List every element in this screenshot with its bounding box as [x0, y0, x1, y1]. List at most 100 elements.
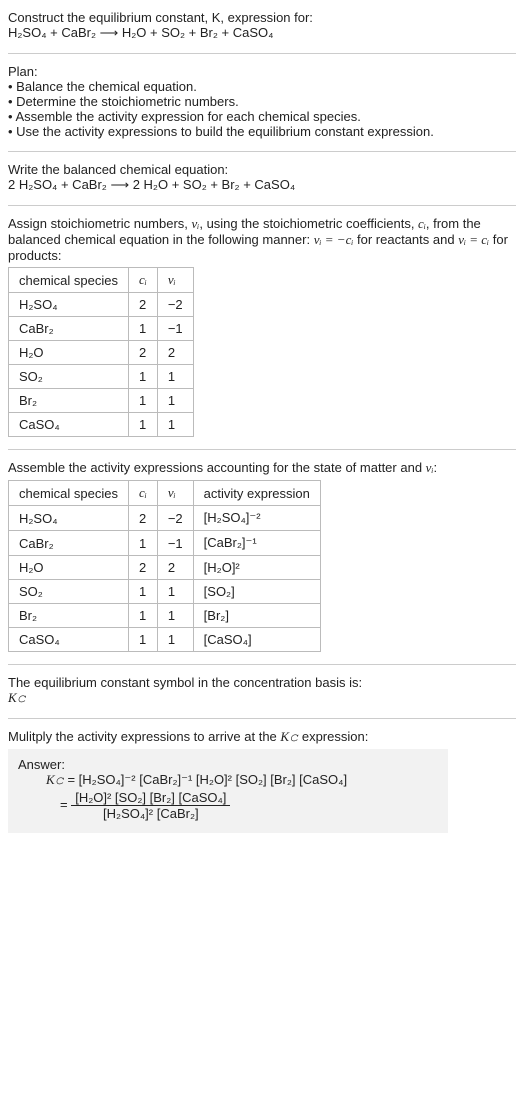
table-row: CaBr₂1−1: [9, 317, 194, 341]
assign-part: Assign stoichiometric numbers,: [8, 216, 192, 231]
table-row: H₂SO₄2−2: [9, 293, 194, 317]
intro-equation: H₂SO₄ + CaBr₂ ⟶ H₂O + SO₂ + Br₂ + CaSO₄: [8, 25, 516, 41]
nu-symbol: νᵢ: [426, 460, 434, 475]
multiply-text: Mulitply the activity expressions to arr…: [8, 729, 516, 745]
cell: 1: [129, 389, 158, 413]
cell: 1: [157, 389, 193, 413]
cell: 2: [129, 556, 158, 580]
cell: −2: [157, 506, 193, 531]
answer-box: Answer: K𝚌 = [H₂SO₄]⁻² [CaBr₂]⁻¹ [H₂O]² …: [8, 749, 448, 833]
balanced-title: Write the balanced chemical equation:: [8, 162, 516, 177]
cell: CaSO₄: [9, 628, 129, 652]
cell: −1: [157, 531, 193, 556]
rule-symbol: νᵢ = −cᵢ: [314, 232, 354, 247]
activity-table: chemical species cᵢ νᵢ activity expressi…: [8, 480, 321, 652]
balanced-block: Write the balanced chemical equation: 2 …: [8, 158, 516, 203]
table-header-row: chemical species cᵢ νᵢ activity expressi…: [9, 481, 321, 506]
table-row: CaSO₄11[CaSO₄]: [9, 628, 321, 652]
cell: 1: [129, 580, 158, 604]
cell: 2: [157, 556, 193, 580]
assemble-part: :: [434, 460, 438, 475]
divider: [8, 205, 516, 206]
cell: 1: [129, 317, 158, 341]
cell: 1: [157, 580, 193, 604]
cell: 1: [157, 604, 193, 628]
cell: [SO₂]: [193, 580, 320, 604]
divider: [8, 53, 516, 54]
cell: 1: [129, 365, 158, 389]
cell: 1: [157, 413, 193, 437]
table-row: H₂O22: [9, 341, 194, 365]
assign-part: for reactants and: [353, 232, 458, 247]
col-activity: activity expression: [193, 481, 320, 506]
plan-title: Plan:: [8, 64, 516, 79]
multiply-part: expression:: [298, 729, 368, 744]
table-row: CaBr₂1−1[CaBr₂]⁻¹: [9, 531, 321, 556]
cell: H₂O: [9, 341, 129, 365]
cell: −1: [157, 317, 193, 341]
plan-item: • Use the activity expressions to build …: [8, 124, 516, 139]
symbol-line: The equilibrium constant symbol in the c…: [8, 675, 516, 690]
cell: CaBr₂: [9, 317, 129, 341]
assemble-part: Assemble the activity expressions accoun…: [8, 460, 426, 475]
plan-block: Plan: • Balance the chemical equation. •…: [8, 60, 516, 149]
stoich-table: chemical species cᵢ νᵢ H₂SO₄2−2 CaBr₂1−1…: [8, 267, 194, 437]
multiply-block: Mulitply the activity expressions to arr…: [8, 725, 516, 843]
fraction-denominator: [H₂SO₄]² [CaBr₂]: [71, 806, 230, 821]
kc-symbol: K𝚌: [280, 729, 298, 744]
col-nu: νᵢ: [157, 268, 193, 293]
fraction-numerator: [H₂O]² [SO₂] [Br₂] [CaSO₄]: [71, 790, 230, 806]
answer-expression: = [H₂SO₄]⁻² [CaBr₂]⁻¹ [H₂O]² [SO₂] [Br₂]…: [64, 772, 347, 787]
col-species: chemical species: [9, 481, 129, 506]
cell: SO₂: [9, 580, 129, 604]
table-row: H₂O22[H₂O]²: [9, 556, 321, 580]
cell: 1: [129, 628, 158, 652]
equals: =: [60, 797, 71, 812]
cell: SO₂: [9, 365, 129, 389]
intro-text: Construct the equilibrium constant, K, e…: [8, 10, 313, 25]
cell: [CaSO₄]: [193, 628, 320, 652]
assemble-text: Assemble the activity expressions accoun…: [8, 460, 516, 476]
table-row: SO₂11: [9, 365, 194, 389]
cell: Br₂: [9, 604, 129, 628]
col-ci: cᵢ: [129, 481, 158, 506]
intro-line: Construct the equilibrium constant, K, e…: [8, 10, 516, 25]
table-row: Br₂11[Br₂]: [9, 604, 321, 628]
symbol-block: The equilibrium constant symbol in the c…: [8, 671, 516, 716]
answer-line1: K𝚌 = [H₂SO₄]⁻² [CaBr₂]⁻¹ [H₂O]² [SO₂] [B…: [18, 772, 438, 788]
cell: 2: [129, 506, 158, 531]
plan-item: • Assemble the activity expression for e…: [8, 109, 516, 124]
cell: 1: [129, 413, 158, 437]
cell: CaSO₄: [9, 413, 129, 437]
balanced-equation: 2 H₂SO₄ + CaBr₂ ⟶ 2 H₂O + SO₂ + Br₂ + Ca…: [8, 177, 516, 193]
assign-text: Assign stoichiometric numbers, νᵢ, using…: [8, 216, 516, 263]
divider: [8, 718, 516, 719]
plan-item: • Balance the chemical equation.: [8, 79, 516, 94]
col-ci: cᵢ: [129, 268, 158, 293]
rule-symbol: νᵢ = cᵢ: [458, 232, 489, 247]
assign-block: Assign stoichiometric numbers, νᵢ, using…: [8, 212, 516, 447]
assemble-block: Assemble the activity expressions accoun…: [8, 456, 516, 662]
col-species: chemical species: [9, 268, 129, 293]
cell: [H₂SO₄]⁻²: [193, 506, 320, 531]
table-row: H₂SO₄2−2[H₂SO₄]⁻²: [9, 506, 321, 531]
table-row: Br₂11: [9, 389, 194, 413]
cell: 1: [157, 628, 193, 652]
cell: 2: [157, 341, 193, 365]
cell: 2: [129, 293, 158, 317]
kc-symbol: K𝚌: [46, 772, 64, 787]
cell: −2: [157, 293, 193, 317]
answer-label: Answer:: [18, 757, 438, 772]
intro-block: Construct the equilibrium constant, K, e…: [8, 6, 516, 51]
cell: H₂O: [9, 556, 129, 580]
cell: 2: [129, 341, 158, 365]
multiply-part: Mulitply the activity expressions to arr…: [8, 729, 280, 744]
divider: [8, 151, 516, 152]
cell: 1: [129, 604, 158, 628]
cell: [CaBr₂]⁻¹: [193, 531, 320, 556]
cell: H₂SO₄: [9, 506, 129, 531]
ci-symbol: cᵢ: [418, 216, 426, 231]
divider: [8, 664, 516, 665]
col-nu: νᵢ: [157, 481, 193, 506]
table-header-row: chemical species cᵢ νᵢ: [9, 268, 194, 293]
